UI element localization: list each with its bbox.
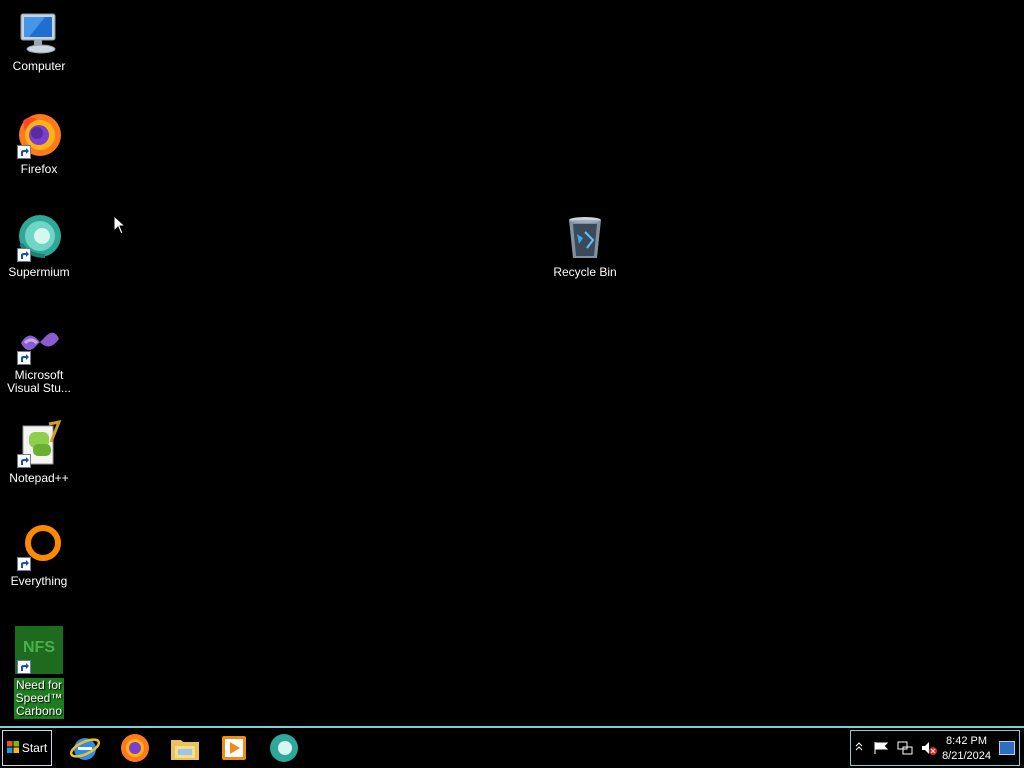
desktop-icon-label: Need for Speed™ Carbono [13,678,65,719]
desktop-icon-label: Everything [10,574,68,588]
shortcut-arrow-icon [17,454,31,468]
shortcut-arrow-icon [17,557,31,571]
desktop-icon-label: Microsoft Visual Stu... [1,369,77,395]
taskbar: Start 8:42 PM 8/21/2024 [0,726,1024,768]
label-line: Microsoft [14,368,64,382]
label-line: Visual Stu... [7,381,71,395]
supermium-icon [15,214,63,262]
firefox-icon [15,111,63,159]
desktop-icon-visual-studio[interactable]: Microsoft Visual Stu... [1,317,77,395]
shortcut-arrow-icon [17,351,31,365]
windows-logo-icon [6,740,19,756]
start-label: Start [21,741,48,755]
need-for-speed-icon: NFS [15,626,63,674]
desktop-icon-label: Notepad++ [9,471,69,485]
media-player-icon[interactable] [216,731,252,765]
system-tray: 8:42 PM 8/21/2024 [850,730,1020,766]
clock[interactable]: 8:42 PM 8/21/2024 [942,734,991,764]
shortcut-arrow-icon [17,660,31,674]
start-button[interactable]: Start [2,730,52,766]
supermium-icon[interactable] [266,731,302,765]
desktop-icon-supermium[interactable]: Supermium [1,214,77,279]
visual-studio-icon [15,317,63,365]
label-line: Carbono [15,704,62,718]
mouse-pointer-icon [113,214,127,240]
desktop-icon-everything[interactable]: Everything [1,523,77,588]
file-explorer-icon[interactable] [167,731,203,765]
svg-text:NFS: NFS [23,639,55,656]
clock-time: 8:42 PM [946,735,988,747]
desktop[interactable]: Computer Firefox Supermium Microsoft Vis… [0,0,1024,726]
desktop-icon-label: Computer [12,59,66,73]
everything-icon [15,523,63,571]
desktop-icon-label: Recycle Bin [553,265,617,279]
desktop-icon-label: Firefox [20,162,58,176]
label-line: Need for [15,678,62,692]
desktop-icon-computer[interactable]: Computer [1,8,77,73]
computer-icon [15,8,63,56]
recycle-bin-icon [561,214,609,262]
desktop-icon-need-for-speed[interactable]: NFS Need for Speed™ Carbono [1,626,77,720]
desktop-icon-recycle-bin[interactable]: Recycle Bin [547,214,623,279]
shortcut-arrow-icon [17,145,31,159]
show-desktop-button[interactable] [999,741,1015,755]
notepadpp-icon [15,419,63,468]
desktop-icon-label: Supermium [8,265,70,279]
clock-date: 8/21/2024 [942,750,991,762]
internet-explorer-icon[interactable] [67,731,103,765]
label-line: Speed™ [15,691,63,705]
firefox-icon[interactable] [117,731,153,765]
show-hidden-icons-icon[interactable] [855,741,863,756]
shortcut-arrow-icon [17,248,31,262]
action-center-flag-icon[interactable] [873,741,889,758]
volume-muted-icon[interactable] [921,741,937,758]
desktop-icon-notepadpp[interactable]: Notepad++ [1,419,77,485]
desktop-icon-firefox[interactable]: Firefox [1,111,77,176]
network-icon[interactable] [897,741,913,758]
